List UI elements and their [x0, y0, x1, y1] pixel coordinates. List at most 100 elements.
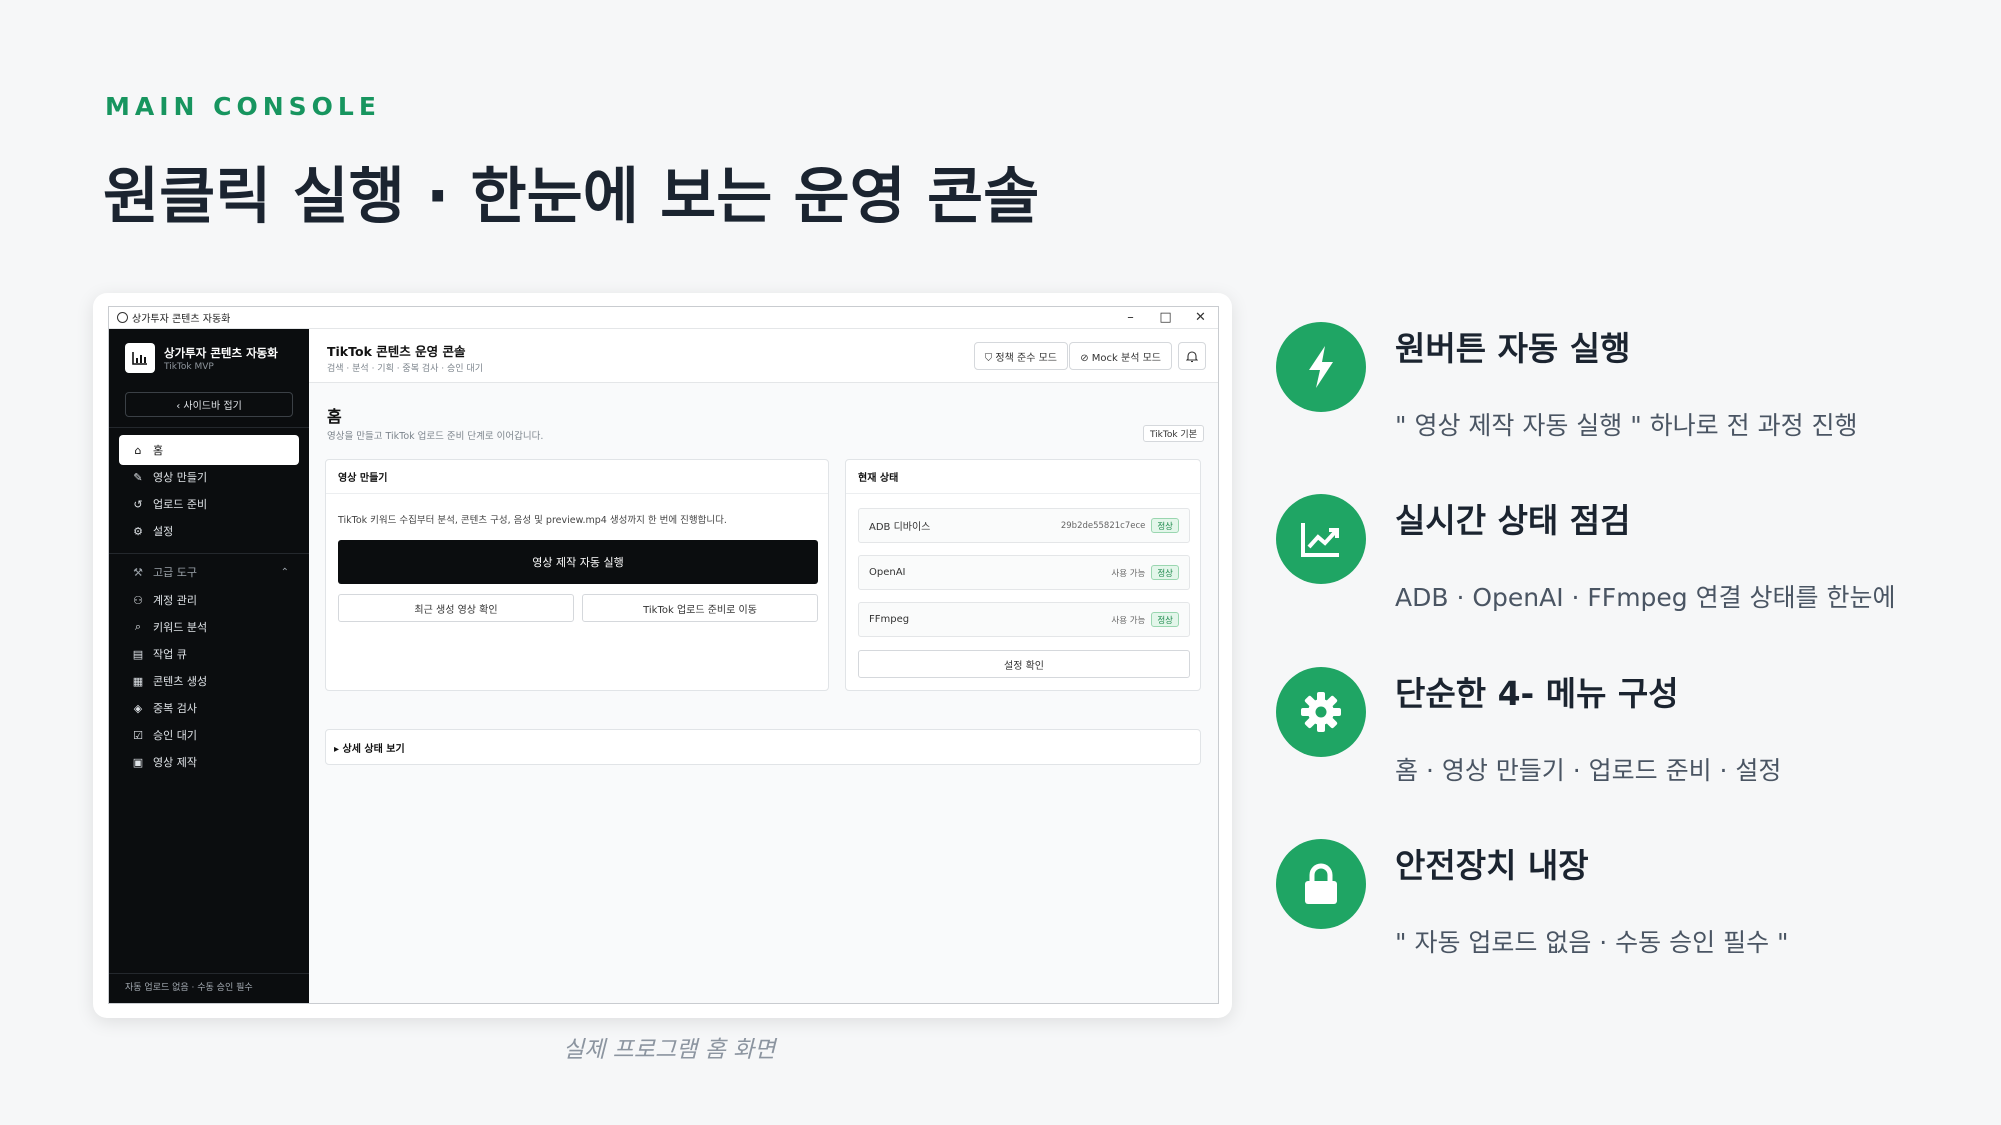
- feature-title: 실시간 상태 점검: [1395, 501, 1631, 540]
- feature-title: 안전장치 내장: [1395, 846, 1589, 885]
- sidebar-item-label: 중복 검사: [153, 702, 197, 715]
- sidebar-footer: 자동 업로드 없음 · 수동 승인 필수: [125, 983, 253, 993]
- sidebar-item-label: 승인 대기: [153, 729, 197, 742]
- layers-icon: ◈: [133, 701, 143, 715]
- status-badge: 정상: [1151, 518, 1179, 533]
- sidebar-group-label: 고급 도구: [153, 566, 197, 579]
- make-video-description: TikTok 키워드 수집부터 분석, 콘텐츠 구성, 음성 및 preview…: [338, 515, 727, 526]
- status-meta: 사용 가능: [1111, 615, 1146, 626]
- sidebar-item-label: 업로드 준비: [153, 498, 208, 511]
- sidebar-item-make-video[interactable]: ✎ 영상 만들기: [119, 462, 299, 492]
- status-name: FFmpeg: [869, 614, 910, 625]
- status-meta: 29b2de55821c7ece: [1060, 520, 1146, 531]
- feature-description: 홈 · 영상 만들기 · 업로드 준비 · 설정: [1395, 756, 1782, 785]
- status-panel: 현재 상태 ADB 디바이스 29b2de55821c7ece 정상 OpenA…: [845, 459, 1201, 691]
- app-icon: [117, 312, 128, 323]
- app-window: 상가투자 콘텐츠 자동화 – □ ✕ 상가투자 콘텐츠 자동화 TikTok M…: [108, 306, 1219, 1004]
- status-name: OpenAI: [869, 567, 906, 578]
- sidebar-item-keywords[interactable]: ⌕ 키워드 분석: [119, 612, 299, 642]
- make-video-panel: 영상 만들기 TikTok 키워드 수집부터 분석, 콘텐츠 구성, 음성 및 …: [325, 459, 829, 691]
- gear-icon: [1276, 667, 1366, 757]
- status-row-ffmpeg: FFmpeg 사용 가능 정상: [858, 602, 1190, 637]
- main-area: TikTok 콘텐츠 운영 콘솔 검색 · 분석 · 기획 · 중복 검사 · …: [309, 329, 1218, 1003]
- console-subtitle: 검색 · 분석 · 기획 · 중복 검사 · 승인 대기: [327, 364, 483, 374]
- details-toggle[interactable]: ▸ 상세 상태 보기: [325, 729, 1201, 765]
- status-meta: 사용 가능: [1111, 568, 1146, 579]
- collapse-sidebar-button[interactable]: ‹ 사이드바 접기: [125, 392, 293, 417]
- sidebar: 상가투자 콘텐츠 자동화 TikTok MVP ‹ 사이드바 접기 ⌂ 홈 ✎ …: [109, 329, 309, 1003]
- brand-title: 상가투자 콘텐츠 자동화: [164, 345, 278, 360]
- mock-mode-button[interactable]: ⊘ Mock 분석 모드: [1069, 342, 1172, 370]
- sidebar-item-label: 키워드 분석: [153, 621, 208, 634]
- sidebar-divider: [109, 427, 309, 428]
- check-settings-button[interactable]: 설정 확인: [858, 650, 1190, 678]
- sidebar-group-advanced[interactable]: ⚒ 고급 도구 ⌃: [119, 559, 299, 585]
- feature-description: ADB · OpenAI · FFmpeg 연결 상태를 한눈에: [1395, 583, 1896, 612]
- feature-description: " 자동 업로드 없음 · 수동 승인 필수 ": [1395, 928, 1789, 957]
- eyebrow-label: MAIN CONSOLE: [105, 92, 381, 121]
- recent-videos-button[interactable]: 최근 생성 영상 확인: [338, 594, 574, 622]
- sidebar-item-video-prod[interactable]: ▣ 영상 제작: [119, 747, 299, 777]
- home-icon: ⌂: [134, 443, 142, 457]
- sidebar-divider: [109, 553, 309, 554]
- gear-icon: ⚙: [133, 524, 143, 538]
- screenshot-caption: 실제 프로그램 홈 화면: [563, 1037, 776, 1063]
- maximize-icon[interactable]: □: [1148, 307, 1183, 329]
- topbar: TikTok 콘텐츠 운영 콘솔 검색 · 분석 · 기획 · 중복 검사 · …: [309, 329, 1218, 383]
- bell-icon[interactable]: [1178, 342, 1206, 370]
- search-icon: ⌕: [134, 620, 142, 633]
- sidebar-item-job-queue[interactable]: ▤ 작업 큐: [119, 639, 299, 669]
- window-controls: – □ ✕: [1113, 307, 1218, 329]
- sidebar-item-content-gen[interactable]: ▦ 콘텐츠 생성: [119, 666, 299, 696]
- status-badge: 정상: [1151, 612, 1179, 627]
- sidebar-item-settings[interactable]: ⚙ 설정: [119, 516, 299, 546]
- chevron-up-icon: ⌃: [280, 566, 289, 578]
- sidebar-item-home[interactable]: ⌂ 홈: [119, 435, 299, 465]
- lightning-icon: [1276, 322, 1366, 412]
- go-upload-prep-button[interactable]: TikTok 업로드 준비로 이동: [582, 594, 818, 622]
- sidebar-item-label: 영상 만들기: [153, 471, 208, 484]
- console-title: TikTok 콘텐츠 운영 콘솔: [327, 344, 466, 359]
- sidebar-divider: [109, 973, 309, 974]
- panel-title: 현재 상태: [846, 460, 1200, 494]
- status-name: ADB 디바이스: [869, 522, 931, 533]
- status-row-openai: OpenAI 사용 가능 정상: [858, 555, 1190, 590]
- feature-title: 원버튼 자동 실행: [1395, 329, 1631, 368]
- clipboard-icon: ▤: [132, 647, 144, 661]
- lock-icon: [1276, 839, 1366, 929]
- sidebar-item-label: 콘텐츠 생성: [153, 675, 208, 688]
- sidebar-item-label: 설정: [153, 525, 174, 538]
- history-icon: ↺: [133, 497, 143, 511]
- brand-subtitle: TikTok MVP: [164, 361, 214, 372]
- sidebar-item-label: 영상 제작: [153, 756, 197, 769]
- sidebar-item-approval[interactable]: ☑ 승인 대기: [119, 720, 299, 750]
- chart-logo-icon: [125, 343, 155, 373]
- document-icon: ▦: [132, 674, 144, 688]
- page-title: 홈: [327, 407, 342, 426]
- film-icon: ▣: [132, 755, 144, 769]
- users-icon: ⚇: [133, 593, 143, 607]
- slide-headline: 원클릭 실행 · 한눈에 보는 운영 콘솔: [103, 161, 1040, 232]
- status-row-adb: ADB 디바이스 29b2de55821c7ece 정상: [858, 508, 1190, 543]
- sidebar-item-label: 작업 큐: [153, 648, 187, 661]
- page-subtitle: 영상을 만들고 TikTok 업로드 준비 단계로 이어갑니다.: [327, 431, 544, 442]
- panel-title: 영상 만들기: [326, 460, 828, 494]
- brand: 상가투자 콘텐츠 자동화 TikTok MVP: [125, 343, 278, 373]
- run-auto-button[interactable]: 영상 제작 자동 실행: [338, 540, 818, 584]
- platform-badge: TikTok 기본: [1142, 425, 1204, 442]
- wrench-icon: ⚒: [133, 565, 143, 579]
- feature-description: " 영상 제작 자동 실행 " 하나로 전 과정 진행: [1395, 411, 1858, 440]
- sidebar-item-dup-check[interactable]: ◈ 중복 검사: [119, 693, 299, 723]
- trend-chart-icon: [1276, 494, 1366, 584]
- policy-mode-button[interactable]: ⛉ 정책 준수 모드: [973, 342, 1068, 370]
- sidebar-item-upload-prep[interactable]: ↺ 업로드 준비: [119, 489, 299, 519]
- close-icon[interactable]: ✕: [1183, 307, 1218, 329]
- minimize-icon[interactable]: –: [1113, 307, 1148, 329]
- sidebar-item-accounts[interactable]: ⚇ 계정 관리: [119, 585, 299, 615]
- feature-title: 단순한 4- 메뉴 구성: [1395, 674, 1679, 713]
- window-titlebar: 상가투자 콘텐츠 자동화: [109, 307, 1218, 329]
- sidebar-item-label: 홈: [153, 444, 164, 457]
- check-square-icon: ☑: [133, 728, 143, 742]
- status-badge: 정상: [1151, 565, 1179, 580]
- window-title: 상가투자 콘텐츠 자동화: [132, 314, 231, 325]
